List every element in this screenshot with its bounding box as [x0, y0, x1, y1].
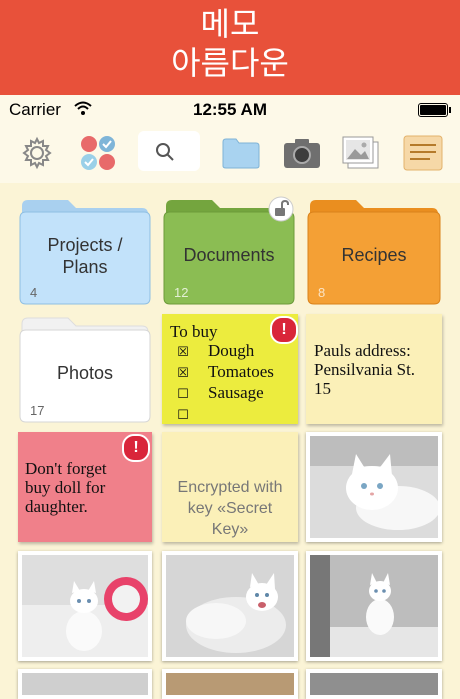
checklist-item[interactable]: ☒ Tomatoes: [176, 362, 290, 383]
status-bar: Carrier 12:55 AM: [0, 95, 460, 123]
cat-image: [166, 555, 294, 657]
camera-button[interactable]: [281, 133, 323, 173]
cat-image: [22, 555, 148, 657]
checked-box-icon: ☒: [177, 345, 189, 360]
checklist: ☒ Dough ☒ Tomatoes ☐ Sausage ☐: [170, 341, 290, 425]
note-text: Encrypted with key «Secret Key»: [177, 479, 283, 538]
note-text: Don't forget buy doll for daughter.: [25, 459, 107, 516]
alert-icon: !: [122, 434, 150, 462]
cat-photo: [166, 673, 294, 695]
promo-banner: 메모 아름다운: [0, 0, 460, 95]
note-text: Pauls address: Pensilvania St. 15: [314, 341, 416, 398]
new-folder-button[interactable]: [220, 133, 262, 173]
note-encrypted[interactable]: Encrypted with key «Secret Key»: [162, 432, 298, 542]
banner-title-line1: 메모: [200, 5, 260, 43]
cat-photo: [22, 555, 148, 657]
battery-icon: [418, 103, 451, 117]
folder-photos[interactable]: Photos 17: [18, 314, 152, 424]
photos-icon: [342, 136, 379, 169]
photos-button[interactable]: [340, 133, 382, 173]
cat-photo: [310, 555, 438, 657]
camera-icon: [284, 139, 320, 168]
cat-photo: [166, 555, 294, 657]
checklist-item[interactable]: ☐ Sausage: [176, 383, 290, 404]
folder-count: 17: [30, 403, 45, 418]
photo-thumbnail[interactable]: [306, 669, 442, 699]
checked-box-icon: ☒: [177, 366, 189, 381]
folder-label: Photos: [56, 363, 114, 383]
colors-icon: [81, 136, 115, 170]
gear-icon: [22, 136, 52, 170]
list-view-button[interactable]: [402, 133, 444, 173]
folder-icon: [222, 138, 260, 169]
photo-thumbnail[interactable]: [18, 551, 152, 661]
cat-photo: [22, 673, 148, 695]
folder-count: 12: [174, 285, 189, 300]
cat-image: [310, 436, 438, 538]
folder-label: Documents: [183, 245, 275, 265]
list-icon: [403, 135, 443, 171]
clock: 12:55 AM: [192, 100, 267, 119]
toolbar: [0, 123, 460, 183]
photo-thumbnail[interactable]: [162, 551, 298, 661]
photo-thumbnail[interactable]: [306, 551, 442, 661]
cat-photo: [310, 436, 438, 538]
folder-count: 4: [30, 285, 38, 300]
alert-icon: !: [270, 316, 298, 344]
colors-button[interactable]: [78, 133, 118, 173]
photo-thumbnail[interactable]: [18, 669, 152, 699]
folder-label: Projects / Plans: [47, 235, 123, 277]
note-reminder[interactable]: Don't forget buy doll for daughter. !: [18, 432, 152, 542]
note-address[interactable]: Pauls address: Pensilvania St. 15: [306, 314, 442, 424]
empty-box-icon: ☐: [177, 387, 189, 402]
cat-image: [310, 555, 438, 657]
note-shopping-list[interactable]: To buy ☒ Dough ☒ Tomatoes ☐ Sausage ☐ !: [162, 314, 298, 424]
folder-label: Recipes: [341, 245, 407, 265]
checklist-item[interactable]: ☐: [176, 404, 290, 425]
unlock-icon: [268, 196, 294, 222]
search-icon: [156, 143, 174, 161]
folder-projects-plans[interactable]: Projects / Plans 4: [18, 196, 152, 306]
settings-button[interactable]: [18, 133, 56, 173]
photo-thumbnail[interactable]: [306, 432, 442, 542]
checklist-item[interactable]: ☒ Dough: [176, 341, 290, 362]
search-button[interactable]: [138, 131, 200, 171]
folder-documents[interactable]: Documents 12: [162, 196, 296, 306]
folder-count: 8: [318, 285, 326, 300]
banner-title-line2: 아름다운: [171, 44, 289, 82]
empty-box-icon: ☐: [177, 408, 189, 423]
folder-recipes[interactable]: Recipes 8: [306, 196, 442, 306]
photo-thumbnail[interactable]: [162, 669, 298, 699]
cat-photo: [310, 673, 438, 695]
